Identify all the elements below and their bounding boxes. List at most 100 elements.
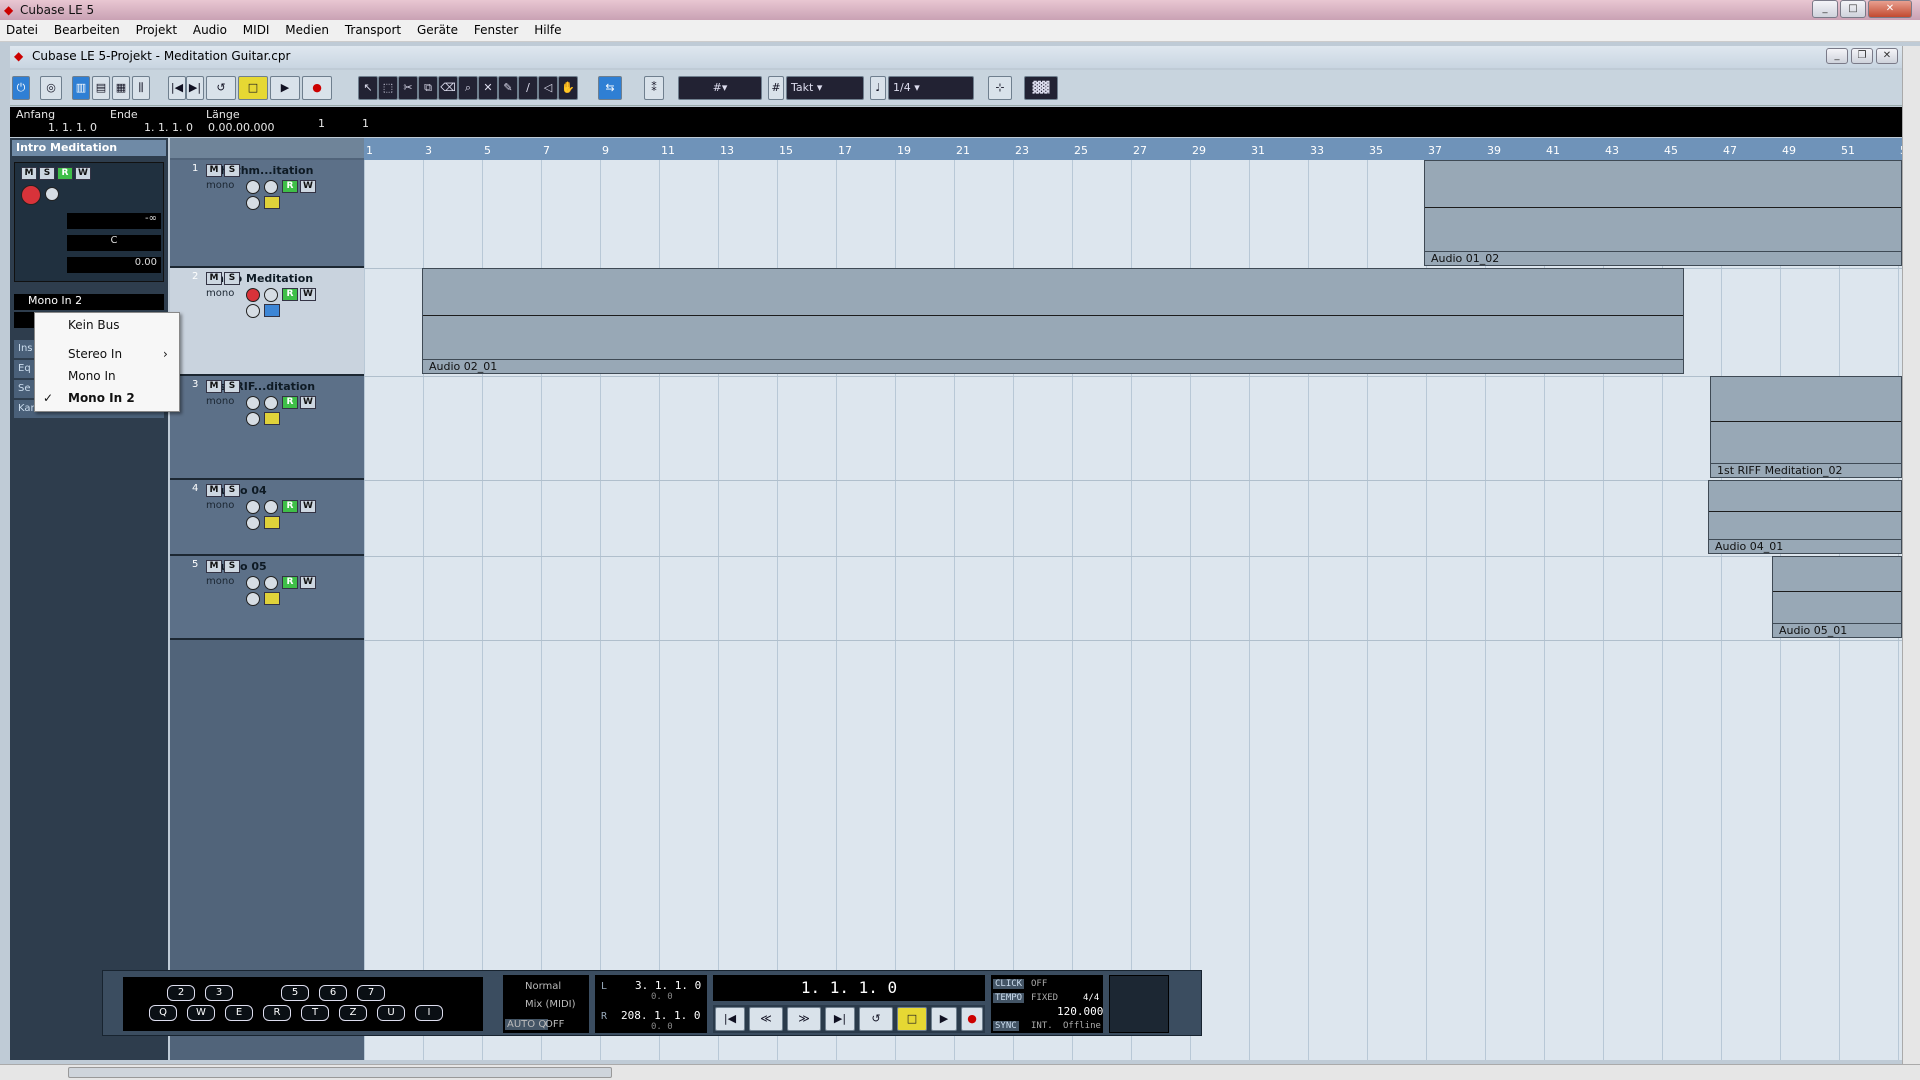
track-record-enable-button[interactable] bbox=[246, 288, 260, 302]
track-lock-button[interactable] bbox=[264, 592, 280, 605]
fast-forward-button[interactable]: ≫ bbox=[787, 1007, 821, 1031]
play-tool-icon[interactable]: ◁ bbox=[538, 76, 558, 100]
track-read-button[interactable]: R bbox=[282, 576, 298, 589]
quantize-value-select[interactable]: 1/4 ▾ bbox=[888, 76, 974, 100]
track-record-enable-button[interactable] bbox=[246, 180, 260, 194]
track-record-enable-button[interactable] bbox=[246, 500, 260, 514]
menu-medien[interactable]: Medien bbox=[279, 20, 335, 37]
keyboard-key[interactable]: 2 bbox=[167, 985, 195, 1001]
track-write-button[interactable]: W bbox=[300, 500, 316, 513]
start-value[interactable]: 1. 1. 1. 0 bbox=[48, 121, 97, 134]
audio-event[interactable]: Audio 05_01 bbox=[1772, 556, 1902, 638]
menu-projekt[interactable]: Projekt bbox=[130, 20, 183, 37]
erase-tool-icon[interactable]: ⌫ bbox=[438, 76, 458, 100]
project-restore-button[interactable]: ❐ bbox=[1851, 48, 1873, 64]
time-signature[interactable]: 4/4 bbox=[1083, 993, 1099, 1003]
track-edit-button[interactable] bbox=[246, 516, 260, 530]
scrollbar-thumb[interactable] bbox=[68, 1067, 612, 1078]
inspector-monitor-button[interactable] bbox=[45, 187, 59, 201]
info-number-2[interactable]: 1 bbox=[362, 117, 369, 130]
close-button[interactable]: ✕ bbox=[1868, 0, 1912, 18]
tempo-value[interactable]: 120.000 bbox=[1057, 1005, 1103, 1018]
track-read-button[interactable]: R bbox=[282, 288, 298, 301]
menu-hilfe[interactable]: Hilfe bbox=[528, 20, 567, 37]
tempo-button[interactable]: TEMPO bbox=[993, 993, 1025, 1003]
show-inspector-icon[interactable]: ▥ bbox=[72, 76, 90, 100]
keyboard-key[interactable]: I bbox=[415, 1005, 443, 1021]
inspector-read-button[interactable]: R bbox=[57, 167, 73, 180]
audio-event[interactable]: Audio 04_01 bbox=[1708, 480, 1902, 554]
track-monitor-button[interactable] bbox=[264, 396, 278, 410]
track-mute-button[interactable]: M bbox=[206, 380, 222, 393]
audio-event[interactable]: Audio 01_02 bbox=[1424, 160, 1902, 266]
track-mute-button[interactable]: M bbox=[206, 560, 222, 573]
menu-datei[interactable]: Datei bbox=[0, 20, 44, 37]
color-palette-button[interactable]: ▓▓ bbox=[1024, 76, 1058, 100]
track-record-enable-button[interactable] bbox=[246, 396, 260, 410]
auto-quantize-button[interactable]: AUTO Q bbox=[505, 1019, 549, 1030]
track-edit-button[interactable] bbox=[246, 304, 260, 318]
cycle-button[interactable]: ↺ bbox=[206, 76, 236, 100]
track-lock-button[interactable] bbox=[264, 196, 280, 209]
sync-button[interactable]: SYNC bbox=[993, 1021, 1019, 1031]
draw-tool-icon[interactable]: ✎ bbox=[498, 76, 518, 100]
left-locator-value[interactable]: 3. 1. 1. 0 bbox=[635, 979, 701, 992]
inspector-solo-button[interactable]: S bbox=[39, 167, 55, 180]
keyboard-key[interactable]: Z bbox=[339, 1005, 367, 1021]
autoscroll-button[interactable]: ⇆ bbox=[598, 76, 622, 100]
inspector-delay-value[interactable]: 0.00 bbox=[67, 257, 161, 273]
minimize-button[interactable]: _ bbox=[1812, 0, 1838, 18]
track-header[interactable]: 2 Intro Meditation mono M S R W bbox=[170, 268, 364, 376]
rewind-button[interactable]: ≪ bbox=[749, 1007, 783, 1031]
split-tool-icon[interactable]: ✂ bbox=[398, 76, 418, 100]
right-locator-value[interactable]: 208. 1. 1. 0 bbox=[621, 1009, 700, 1022]
color-tool-icon[interactable]: ✋ bbox=[558, 76, 578, 100]
cursor-snap-button[interactable]: ⊹ bbox=[988, 76, 1012, 100]
vertical-scrollbar[interactable] bbox=[1902, 46, 1920, 1064]
mute-tool-icon[interactable]: ✕ bbox=[478, 76, 498, 100]
track-write-button[interactable]: W bbox=[300, 396, 316, 409]
constrain-delay-button[interactable]: ◎ bbox=[40, 76, 62, 100]
info-number-1[interactable]: 1 bbox=[318, 117, 325, 130]
track-monitor-button[interactable] bbox=[264, 180, 278, 194]
track-write-button[interactable]: W bbox=[300, 576, 316, 589]
arrange-area[interactable]: Audio 01_02 Audio 02_01 1st RIFF Meditatio… bbox=[364, 160, 1902, 1060]
record-button[interactable]: ● bbox=[302, 76, 332, 100]
go-to-end-button[interactable]: ▶| bbox=[186, 76, 204, 100]
track-monitor-button[interactable] bbox=[264, 576, 278, 590]
track-mute-button[interactable]: M bbox=[206, 272, 222, 285]
go-to-start-button[interactable]: |◀ bbox=[168, 76, 186, 100]
activate-project-button[interactable]: ⏻ bbox=[12, 76, 30, 100]
track-lock-button[interactable] bbox=[264, 412, 280, 425]
menu-transport[interactable]: Transport bbox=[339, 20, 407, 37]
menu-item-mono-in-2[interactable]: Mono In 2 bbox=[68, 391, 135, 405]
track-edit-button[interactable] bbox=[246, 592, 260, 606]
position-display[interactable]: 1. 1. 1. 0 bbox=[713, 975, 985, 1001]
menu-bearbeiten[interactable]: Bearbeiten bbox=[48, 20, 126, 37]
inspector-pan-value[interactable]: C bbox=[67, 235, 161, 251]
audio-event[interactable]: 1st RIFF Meditation_02 bbox=[1710, 376, 1902, 478]
play-button[interactable]: ▶ bbox=[270, 76, 300, 100]
menu-item-kein-bus[interactable]: Kein Bus bbox=[68, 318, 120, 332]
transport-go-start-button[interactable]: |◀ bbox=[715, 1007, 745, 1031]
ruler[interactable]: 1 3 5 7 9 11 13 15 17 19 21 23 25 27 29 31 33 35 37 39 41 43 4… bbox=[364, 138, 1914, 160]
track-read-button[interactable]: R bbox=[282, 180, 298, 193]
track-write-button[interactable]: W bbox=[300, 180, 316, 193]
transport-stop-button[interactable]: □ bbox=[897, 1007, 927, 1031]
record-mode-select[interactable]: Normal bbox=[525, 981, 561, 992]
track-mute-button[interactable]: M bbox=[206, 164, 222, 177]
menu-audio[interactable]: Audio bbox=[187, 20, 233, 37]
horizontal-scrollbar[interactable] bbox=[0, 1064, 1920, 1080]
inspector-write-button[interactable]: W bbox=[75, 167, 91, 180]
transport-record-button[interactable]: ● bbox=[961, 1007, 983, 1031]
snap-mode-button[interactable]: ⁑ bbox=[644, 76, 664, 100]
track-record-enable-button[interactable] bbox=[246, 576, 260, 590]
keyboard-key[interactable]: Q bbox=[149, 1005, 177, 1021]
audio-event[interactable]: Audio 02_01 bbox=[422, 268, 1684, 374]
track-monitor-button[interactable] bbox=[264, 500, 278, 514]
inspector-mute-button[interactable]: M bbox=[21, 167, 37, 180]
keyboard-key[interactable]: E bbox=[225, 1005, 253, 1021]
show-overview-icon[interactable]: ▦ bbox=[112, 76, 130, 100]
track-read-button[interactable]: R bbox=[282, 396, 298, 409]
keyboard-key[interactable]: 7 bbox=[357, 985, 385, 1001]
